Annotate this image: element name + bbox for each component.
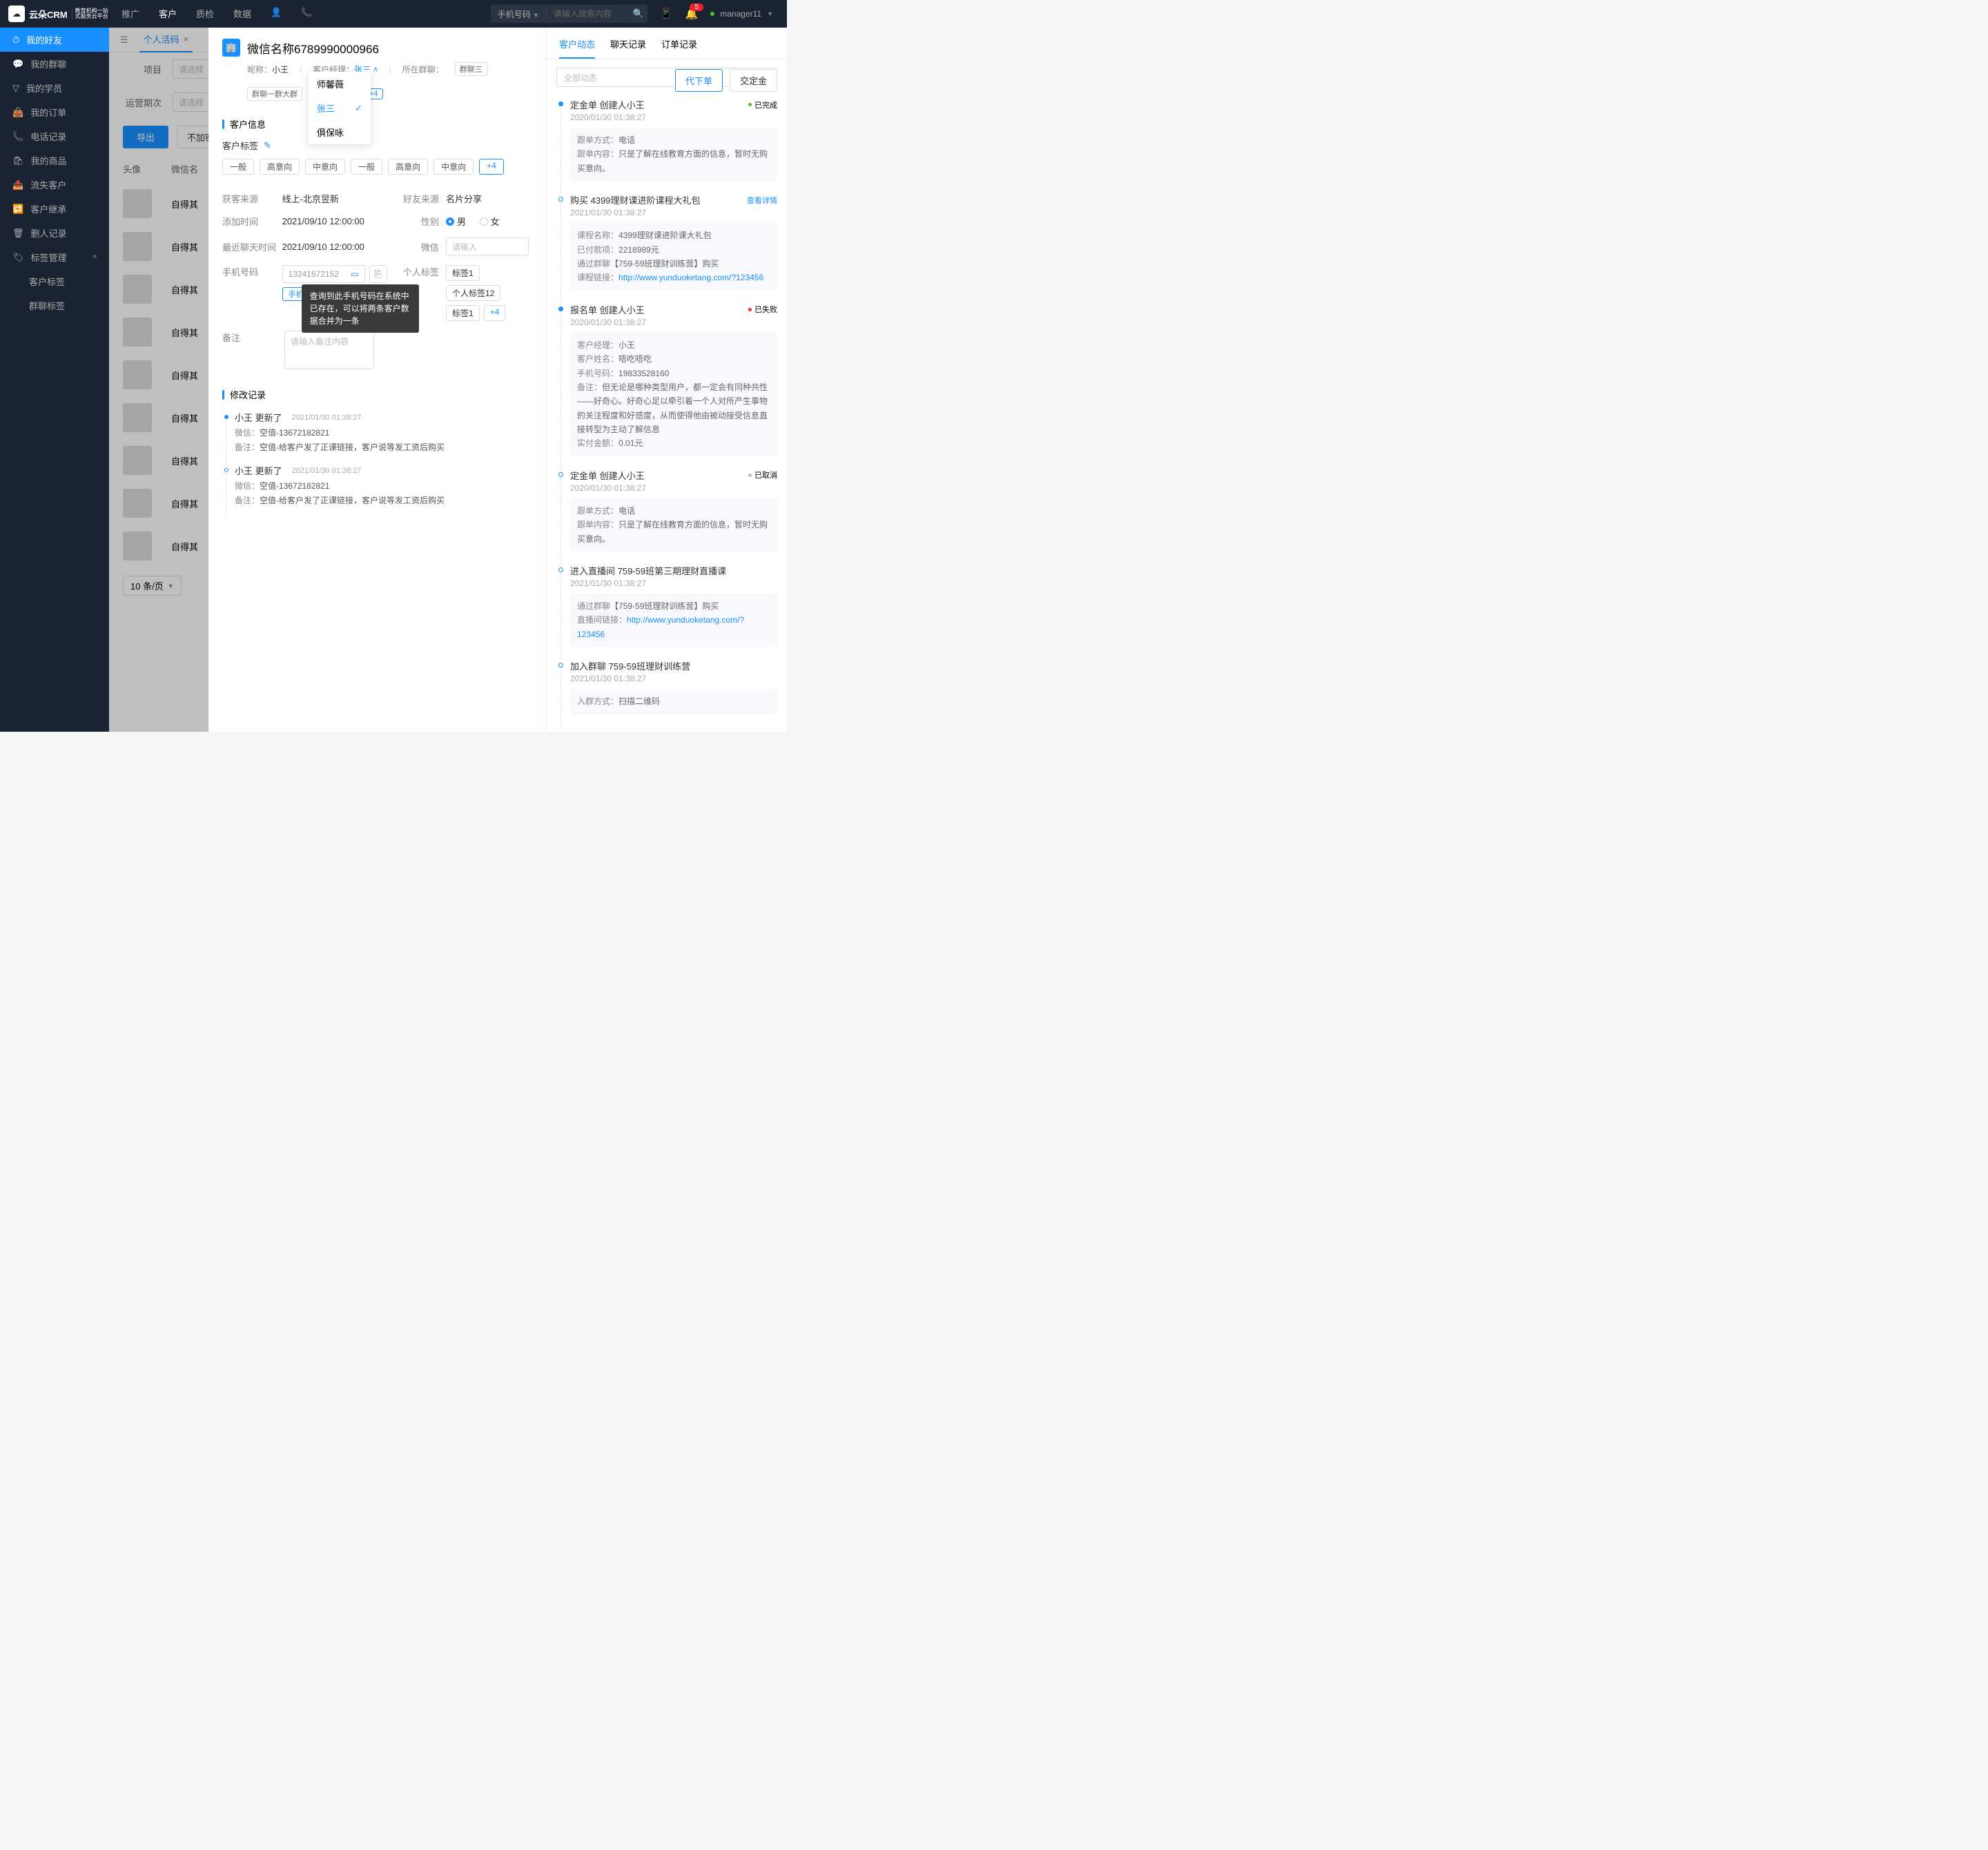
tab-qc[interactable]: 质检 — [196, 0, 214, 29]
bell-icon[interactable]: 🔔 — [685, 8, 699, 20]
friend-source: 名片分享 — [446, 192, 532, 205]
add-time: 2021/09/10 12:00:00 — [282, 216, 393, 226]
customer-tag[interactable]: 高意向 — [260, 159, 300, 175]
goods-icon: 🛍 — [12, 155, 24, 166]
section-customer-info: 客户信息 — [208, 108, 546, 136]
top-nav: ☁ 云朵CRM 教育机构一站 式服务云平台 推广 客户 质检 数据 👤 📞 手机… — [0, 0, 787, 28]
building-icon: 🏢 — [222, 39, 240, 57]
topnav-tabs: 推广 客户 质检 数据 👤 📞 — [121, 0, 312, 29]
customer-tag[interactable]: 一般 — [222, 159, 254, 175]
source-value: 线上-北京昱新 — [282, 192, 393, 205]
sidebar-item-delete[interactable]: 🗑删人记录 — [0, 221, 109, 245]
orders-icon: 👜 — [12, 107, 23, 118]
manager-option[interactable]: 师馨薇 — [309, 72, 371, 96]
edit-icon[interactable]: ✎ — [264, 140, 271, 151]
personal-tag[interactable]: 标签1 — [446, 265, 480, 281]
manager-popover: 师馨薇 张三✓ 俱保咏 — [309, 72, 371, 144]
last-chat-time: 2021/09/10 12:00:00 — [282, 242, 393, 252]
phone-tooltip: 查询到此手机号码在系统中已存在，可以将两条客户数据合并为一条 — [302, 284, 419, 333]
timeline-item: 报名单 创建人小王已失败 2020/01/30 01:38:27 客户经理：小王… — [556, 303, 777, 469]
tab-customer[interactable]: 客户 — [159, 0, 177, 29]
group-chip[interactable]: 群聊一群大群 — [247, 87, 302, 101]
lost-icon: 📤 — [12, 179, 23, 191]
logo-text: 云朵CRM — [29, 8, 68, 21]
filter-icon: ▽ — [12, 83, 19, 94]
status-dot — [710, 12, 714, 16]
chevron-up-icon: ˄ — [373, 65, 378, 75]
gender-female-radio[interactable]: 女 — [480, 215, 500, 228]
contact-icon[interactable]: ▭ — [351, 269, 358, 279]
remark-textarea[interactable]: 请输入备注内容 — [284, 331, 374, 369]
phone-input[interactable]: 13241672152▭ — [282, 265, 365, 283]
section-changelog: 修改记录 — [208, 378, 546, 407]
rtab-orders[interactable]: 订单记录 — [661, 37, 697, 59]
gender-male-radio[interactable]: 男 — [446, 215, 466, 228]
timeline-item: 定金单 创建人小王已取消 2020/01/30 01:38:27 跟单方式：电话… — [556, 469, 777, 564]
sidebar-item-orders[interactable]: 👜我的订单 — [0, 100, 109, 124]
sidebar-item-tags[interactable]: 🏷标签管理˄ — [0, 245, 109, 269]
sidebar-sub-customer-tags[interactable]: 客户标签 — [0, 269, 109, 293]
tag-more[interactable]: +4 — [479, 159, 504, 175]
search-button[interactable]: 🔍 — [630, 8, 647, 19]
check-icon: ✓ — [355, 103, 362, 114]
sidebar-item-lost[interactable]: 📤流失客户 — [0, 173, 109, 197]
wechat-input[interactable]: 请输入 — [446, 237, 529, 255]
timeline-item: 加入群聊 759-59班理财训练营 2021/01/30 01:38:27 入群… — [556, 659, 777, 726]
search-input[interactable] — [547, 9, 630, 19]
copy-icon[interactable]: ⎘ — [369, 265, 387, 283]
log-item: 小王 更新了2021/01/30 01:38:27 微信：空值-13672182… — [222, 411, 532, 464]
customer-tag[interactable]: 高意向 — [388, 159, 428, 175]
rtab-activity[interactable]: 客户动态 — [559, 37, 595, 59]
sidebar-item-students[interactable]: ▽我的学员 — [0, 76, 109, 100]
sidebar-item-friends[interactable]: ⏱我的好友 — [0, 28, 109, 52]
calls-icon: 📞 — [12, 131, 23, 142]
friends-icon: ⏱ — [12, 35, 19, 46]
rtab-chat[interactable]: 聊天记录 — [610, 37, 646, 59]
personal-tag-more[interactable]: +4 — [484, 305, 506, 321]
personal-tag[interactable]: 个人标签12 — [446, 285, 500, 301]
logo: ☁ 云朵CRM 教育机构一站 式服务云平台 — [0, 6, 109, 22]
sidebar-sub-group-tags[interactable]: 群聊标签 — [0, 293, 109, 318]
username: manager11 — [720, 9, 761, 19]
groups-icon: 💬 — [12, 59, 23, 70]
logo-icon: ☁ — [8, 6, 25, 22]
personal-tag[interactable]: 标签1 — [446, 305, 480, 321]
group-chip[interactable]: 群聊三 — [455, 62, 487, 76]
timeline-item: 购买 4399理财课进阶课程大礼包查看详情 2021/01/30 01:38:2… — [556, 193, 777, 303]
tab-data[interactable]: 数据 — [233, 0, 251, 29]
customer-tag[interactable]: 中意向 — [433, 159, 474, 175]
user-menu[interactable]: manager11 ▼ — [710, 9, 773, 19]
tab-promote[interactable]: 推广 — [121, 0, 139, 29]
customer-tags-label: 客户标签 — [222, 139, 258, 152]
view-detail-link[interactable]: 查看详情 — [747, 195, 777, 206]
timeline-item: 定金单 创建人小王已完成 2020/01/30 01:38:27 跟单方式：电话… — [556, 98, 777, 193]
search-group: 手机号码 ▼ 🔍 — [491, 5, 647, 23]
mobile-icon[interactable]: 📱 — [660, 8, 673, 20]
customer-tag[interactable]: 中意向 — [305, 159, 345, 175]
delete-icon: 🗑 — [12, 228, 24, 239]
manager-option[interactable]: 俱保咏 — [309, 120, 371, 144]
customer-tag[interactable]: 一般 — [351, 159, 382, 175]
manager-option[interactable]: 张三✓ — [309, 96, 371, 120]
inherit-icon: 🔁 — [12, 204, 23, 215]
search-type-select[interactable]: 手机号码 ▼ — [491, 8, 547, 20]
sidebar-item-inherit[interactable]: 🔁客户继承 — [0, 197, 109, 221]
log-item: 小王 更新了2021/01/30 01:38:27 微信：空值-13672182… — [222, 464, 532, 517]
sidebar: ⏱我的好友 💬我的群聊 ▽我的学员 👜我的订单 📞电话记录 🛍我的商品 📤流失客… — [0, 28, 109, 732]
chevron-up-icon: ˄ — [92, 253, 97, 261]
customer-drawer: 🏢 微信名称6789990000966 昵称：小王 | 客户经理：张三 ˄ | … — [208, 28, 787, 732]
link[interactable]: http://www.yunduoketang.com/?123456 — [618, 273, 763, 282]
sidebar-item-groups[interactable]: 💬我的群聊 — [0, 52, 109, 76]
tags-icon: 🏷 — [12, 252, 24, 263]
phone-icon[interactable]: 📞 — [301, 0, 312, 29]
nickname: 小王 — [272, 65, 289, 75]
timeline-item: 进入直播间 759-59班第三期理财直播课 2021/01/30 01:38:2… — [556, 564, 777, 659]
sidebar-item-calls[interactable]: 📞电话记录 — [0, 124, 109, 148]
drawer-title: 微信名称6789990000966 — [247, 39, 379, 57]
user-icon[interactable]: 👤 — [271, 0, 282, 29]
sidebar-item-goods[interactable]: 🛍我的商品 — [0, 148, 109, 173]
